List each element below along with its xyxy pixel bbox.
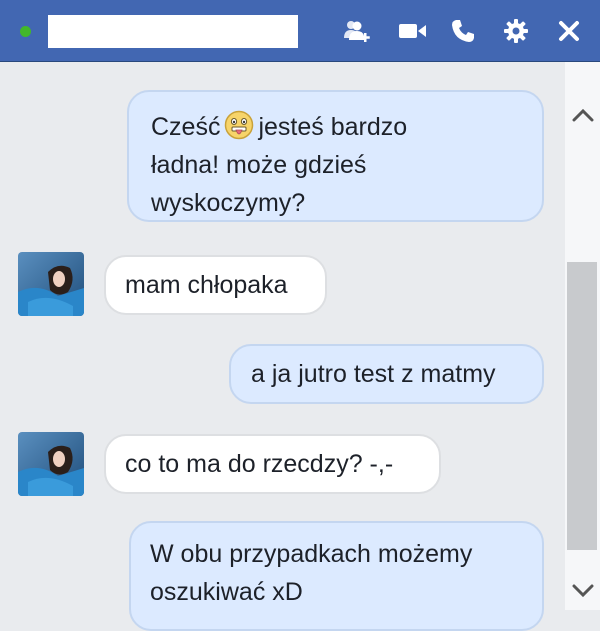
- scrollbar-thumb[interactable]: [567, 262, 597, 550]
- message-bubble-outgoing: W obu przypadkach możemy oszukiwać xD: [129, 521, 544, 631]
- message-line: Cześć jesteś bardzo: [151, 108, 522, 146]
- message-bubble-outgoing: Cześć jesteś bardzo ładna! może gdzieś w…: [127, 90, 544, 222]
- gear-icon[interactable]: [499, 14, 533, 48]
- message-text: jesteś bardzo: [258, 113, 408, 141]
- online-status-dot: [20, 26, 31, 37]
- scroll-up-chevron-icon[interactable]: [565, 100, 600, 130]
- video-call-icon[interactable]: [396, 14, 430, 48]
- message-text: mam chłopaka: [125, 271, 288, 299]
- message-bubble-incoming: co to ma do rzecdzy? -,-: [104, 434, 441, 494]
- message-text: Cześć: [151, 113, 221, 141]
- message-line: oszukiwać xD: [150, 578, 303, 606]
- phone-icon[interactable]: [446, 14, 480, 48]
- message-line: wyskoczymy?: [151, 189, 306, 217]
- close-icon[interactable]: [552, 14, 586, 48]
- contact-avatar[interactable]: [18, 432, 84, 496]
- message-text: a ja jutro test z matmy: [251, 360, 496, 388]
- scrollbar[interactable]: [565, 62, 600, 610]
- scroll-down-chevron-icon[interactable]: [565, 576, 600, 606]
- add-friend-icon[interactable]: [340, 14, 374, 48]
- message-thread: Cześć jesteś bardzo ładna! może gdzieś w…: [0, 62, 565, 631]
- contact-avatar[interactable]: [18, 252, 84, 316]
- chat-header: [0, 0, 600, 62]
- message-bubble-incoming: mam chłopaka: [104, 255, 327, 315]
- face-with-tongue-icon: [224, 110, 254, 140]
- message-line: W obu przypadkach możemy: [150, 540, 473, 568]
- contact-name-redacted[interactable]: [48, 15, 298, 48]
- message-text: co to ma do rzecdzy? -,-: [125, 450, 394, 478]
- message-line: ładna! może gdzieś: [151, 151, 367, 179]
- message-bubble-outgoing: a ja jutro test z matmy: [229, 344, 544, 404]
